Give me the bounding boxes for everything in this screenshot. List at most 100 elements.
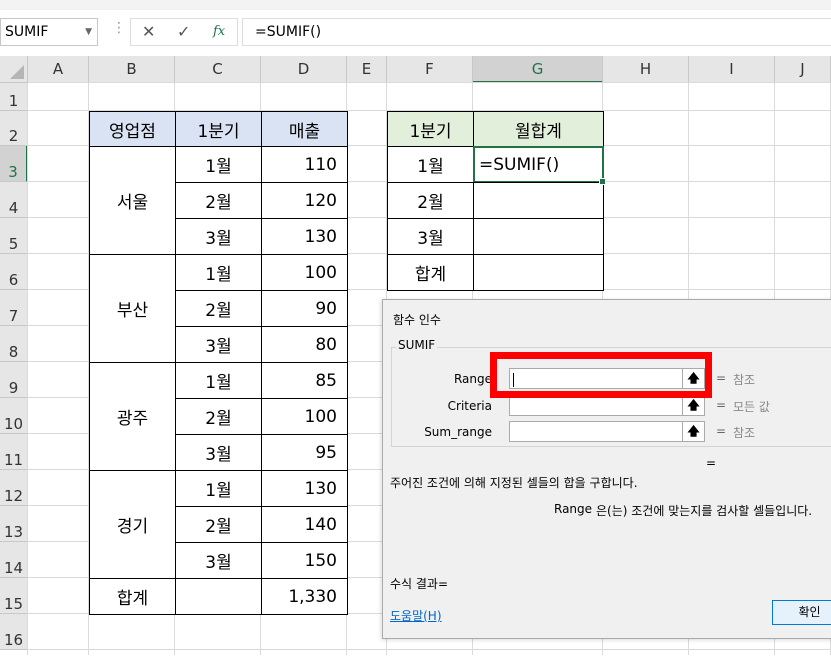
sales-cell[interactable]: 85 <box>261 362 348 399</box>
month-cell[interactable]: 2월 <box>175 182 262 219</box>
month-cell[interactable]: 3월 <box>175 434 262 471</box>
row-header-7[interactable]: 7 <box>0 290 28 326</box>
name-box-value: SUMIF <box>5 24 49 40</box>
row-header-6[interactable]: 6 <box>0 254 28 290</box>
highlight-box <box>490 352 712 398</box>
formula-bar: SUMIF ▼ ⋮ ✕ ✓ fx =SUMIF() <box>0 10 831 55</box>
sum-range-equals: = <box>716 424 727 438</box>
argument-description: 은(는) 조건에 맞는지를 검사할 셀들입니다. <box>596 504 813 518</box>
function-description: 주어진 조건에 의해 지정된 셀들의 합을 구합니다. <box>390 476 638 490</box>
sales-cell[interactable]: 140 <box>261 506 348 543</box>
row-header-1[interactable]: 1 <box>0 83 28 111</box>
table-header[interactable]: 월합계 <box>473 111 604 147</box>
active-cell-g3[interactable]: =SUMIF() <box>473 146 604 183</box>
argument-name: Range <box>554 502 593 516</box>
row-header-2[interactable]: 2 <box>0 111 28 146</box>
sum-range-input[interactable]: 🡅 <box>509 421 705 442</box>
branch-cell[interactable]: 광주 <box>89 362 176 471</box>
select-all-button[interactable] <box>0 56 28 83</box>
row-header-11[interactable]: 11 <box>0 434 28 470</box>
column-header-d[interactable]: D <box>261 56 347 83</box>
month-cell[interactable]: 1월 <box>175 254 262 291</box>
row-header-3[interactable]: 3 <box>0 146 28 182</box>
month-cell[interactable]: 1월 <box>175 146 262 183</box>
month-cell[interactable]: 1월 <box>175 470 262 507</box>
month-cell[interactable]: 1월 <box>175 362 262 399</box>
column-header-e[interactable]: E <box>347 56 387 83</box>
collapse-icon[interactable]: 🡅 <box>682 396 704 415</box>
total-value-cell[interactable]: 1,330 <box>261 578 348 615</box>
row-header-12[interactable]: 12 <box>0 470 28 506</box>
gridline <box>28 649 831 650</box>
formula-input[interactable]: =SUMIF() <box>242 18 831 46</box>
fill-handle[interactable] <box>599 178 606 185</box>
cancel-icon[interactable]: ✕ <box>142 22 155 41</box>
period-cell[interactable]: 합계 <box>387 254 474 291</box>
sales-cell[interactable]: 130 <box>261 218 348 255</box>
sum-range-label: Sum_range <box>424 425 492 439</box>
criteria-input[interactable]: 🡅 <box>509 395 705 416</box>
column-header-j[interactable]: J <box>775 56 831 83</box>
month-cell[interactable]: 3월 <box>175 326 262 363</box>
row-header-10[interactable]: 10 <box>0 398 28 434</box>
month-cell[interactable]: 3월 <box>175 542 262 579</box>
sales-cell[interactable]: 110 <box>261 146 348 183</box>
month-cell[interactable]: 2월 <box>175 398 262 435</box>
column-header-i[interactable]: I <box>689 56 775 83</box>
column-header-c[interactable]: C <box>175 56 261 83</box>
help-link[interactable]: 도움말(H) <box>390 607 442 624</box>
branch-cell[interactable]: 경기 <box>89 470 176 579</box>
sum-cell[interactable] <box>473 182 604 219</box>
criteria-hint: 모든 값 <box>733 400 770 414</box>
month-cell[interactable]: 2월 <box>175 506 262 543</box>
ok-button[interactable]: 확인 <box>772 600 831 625</box>
gridline <box>28 82 831 83</box>
sales-cell[interactable]: 95 <box>261 434 348 471</box>
more-icon: ⋮ <box>112 20 126 36</box>
total-label-cell[interactable]: 합계 <box>89 578 176 615</box>
sales-cell[interactable]: 100 <box>261 254 348 291</box>
name-box[interactable]: SUMIF ▼ <box>0 18 98 46</box>
row-header-9[interactable]: 9 <box>0 362 28 398</box>
collapse-icon[interactable]: 🡅 <box>682 422 704 441</box>
insert-function-icon[interactable]: fx <box>213 24 225 39</box>
row-header-8[interactable]: 8 <box>0 326 28 362</box>
column-header-g[interactable]: G <box>473 56 603 83</box>
criteria-equals: = <box>716 398 727 412</box>
row-header-13[interactable]: 13 <box>0 506 28 542</box>
sum-cell[interactable] <box>473 254 604 291</box>
branch-cell[interactable]: 서울 <box>89 146 176 255</box>
total-empty-cell[interactable] <box>175 578 262 615</box>
row-header-16[interactable]: 16 <box>0 614 28 650</box>
sales-cell[interactable]: 120 <box>261 182 348 219</box>
formula-buttons: ✕ ✓ fx <box>130 18 238 46</box>
month-cell[interactable]: 2월 <box>175 290 262 327</box>
column-header-h[interactable]: H <box>603 56 689 83</box>
branch-cell[interactable]: 부산 <box>89 254 176 363</box>
column-header-a[interactable]: A <box>28 56 89 83</box>
row-header-14[interactable]: 14 <box>0 542 28 578</box>
table-header[interactable]: 1분기 <box>387 111 474 147</box>
sales-cell[interactable]: 100 <box>261 398 348 435</box>
sum-cell[interactable] <box>473 218 604 255</box>
period-cell[interactable]: 3월 <box>387 218 474 255</box>
sum-range-hint: 참조 <box>733 426 756 440</box>
row-header-15[interactable]: 15 <box>0 578 28 614</box>
sales-cell[interactable]: 130 <box>261 470 348 507</box>
enter-icon[interactable]: ✓ <box>177 22 190 41</box>
sales-cell[interactable]: 150 <box>261 542 348 579</box>
row-header-5[interactable]: 5 <box>0 218 28 254</box>
table-header[interactable]: 영업점 <box>89 111 176 147</box>
sales-cell[interactable]: 90 <box>261 290 348 327</box>
sales-cell[interactable]: 80 <box>261 326 348 363</box>
table-header[interactable]: 매출 <box>261 111 348 147</box>
column-header-f[interactable]: F <box>387 56 473 83</box>
period-cell[interactable]: 2월 <box>387 182 474 219</box>
chevron-down-icon[interactable]: ▼ <box>85 19 92 45</box>
row-header-4[interactable]: 4 <box>0 182 28 218</box>
range-label: Range <box>453 372 492 386</box>
column-header-b[interactable]: B <box>89 56 175 83</box>
table-header[interactable]: 1분기 <box>175 111 262 147</box>
month-cell[interactable]: 3월 <box>175 218 262 255</box>
period-cell[interactable]: 1월 <box>387 146 474 183</box>
